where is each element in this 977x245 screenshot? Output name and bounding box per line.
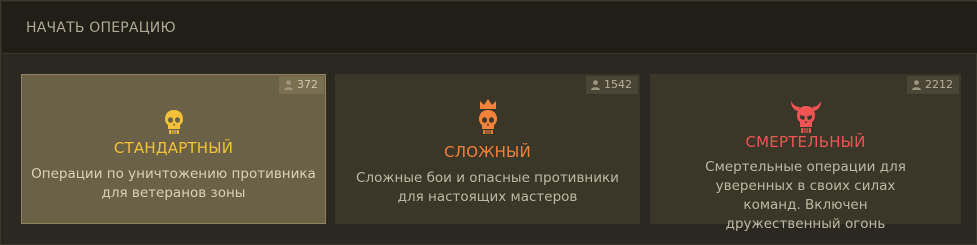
player-count-badge: 372	[279, 76, 324, 94]
panel-header: НАЧАТЬ ОПЕРАЦИЮ	[2, 2, 977, 54]
user-icon	[912, 80, 921, 90]
player-count: 2212	[925, 78, 953, 91]
mode-name: СМЕРТЕЛЬНЫЙ	[745, 133, 866, 151]
user-icon	[591, 80, 600, 90]
mode-card-hard[interactable]: 1542 СЛОЖНЫЙ Сложные бои и опасные проти…	[335, 74, 640, 224]
player-count: 1542	[604, 78, 632, 91]
player-count: 372	[297, 78, 318, 91]
difficulty-cards: 372 СТАНДАРТНЫЙ Операции по уничтожению …	[21, 74, 961, 232]
mode-card-standard[interactable]: 372 СТАНДАРТНЫЙ Операции по уничтожению …	[21, 74, 326, 224]
player-count-badge: 2212	[907, 76, 959, 94]
panel-title: НАЧАТЬ ОПЕРАЦИЮ	[26, 20, 176, 36]
user-icon	[284, 80, 293, 90]
start-operation-panel: НАЧАТЬ ОПЕРАЦИЮ 372 СТАНДАРТНЫЙ Операции…	[0, 0, 977, 245]
mode-name: СТАНДАРТНЫЙ	[113, 139, 234, 157]
horned-skull-icon	[790, 101, 821, 133]
mode-name: СЛОЖНЫЙ	[444, 143, 531, 161]
player-count-badge: 1542	[586, 76, 638, 94]
mode-description: Операции по уничтожению противника для в…	[31, 166, 316, 201]
mode-card-deadly[interactable]: 2212 СМЕРТЕЛЬНЫЙ Смертельные операции дл…	[650, 74, 961, 232]
mode-description: Смертельные операции для уверенных в сво…	[705, 159, 906, 232]
mode-description: Сложные бои и опасные противники для нас…	[356, 170, 619, 205]
skull-icon	[164, 110, 183, 134]
crowned-skull-icon	[478, 99, 497, 134]
